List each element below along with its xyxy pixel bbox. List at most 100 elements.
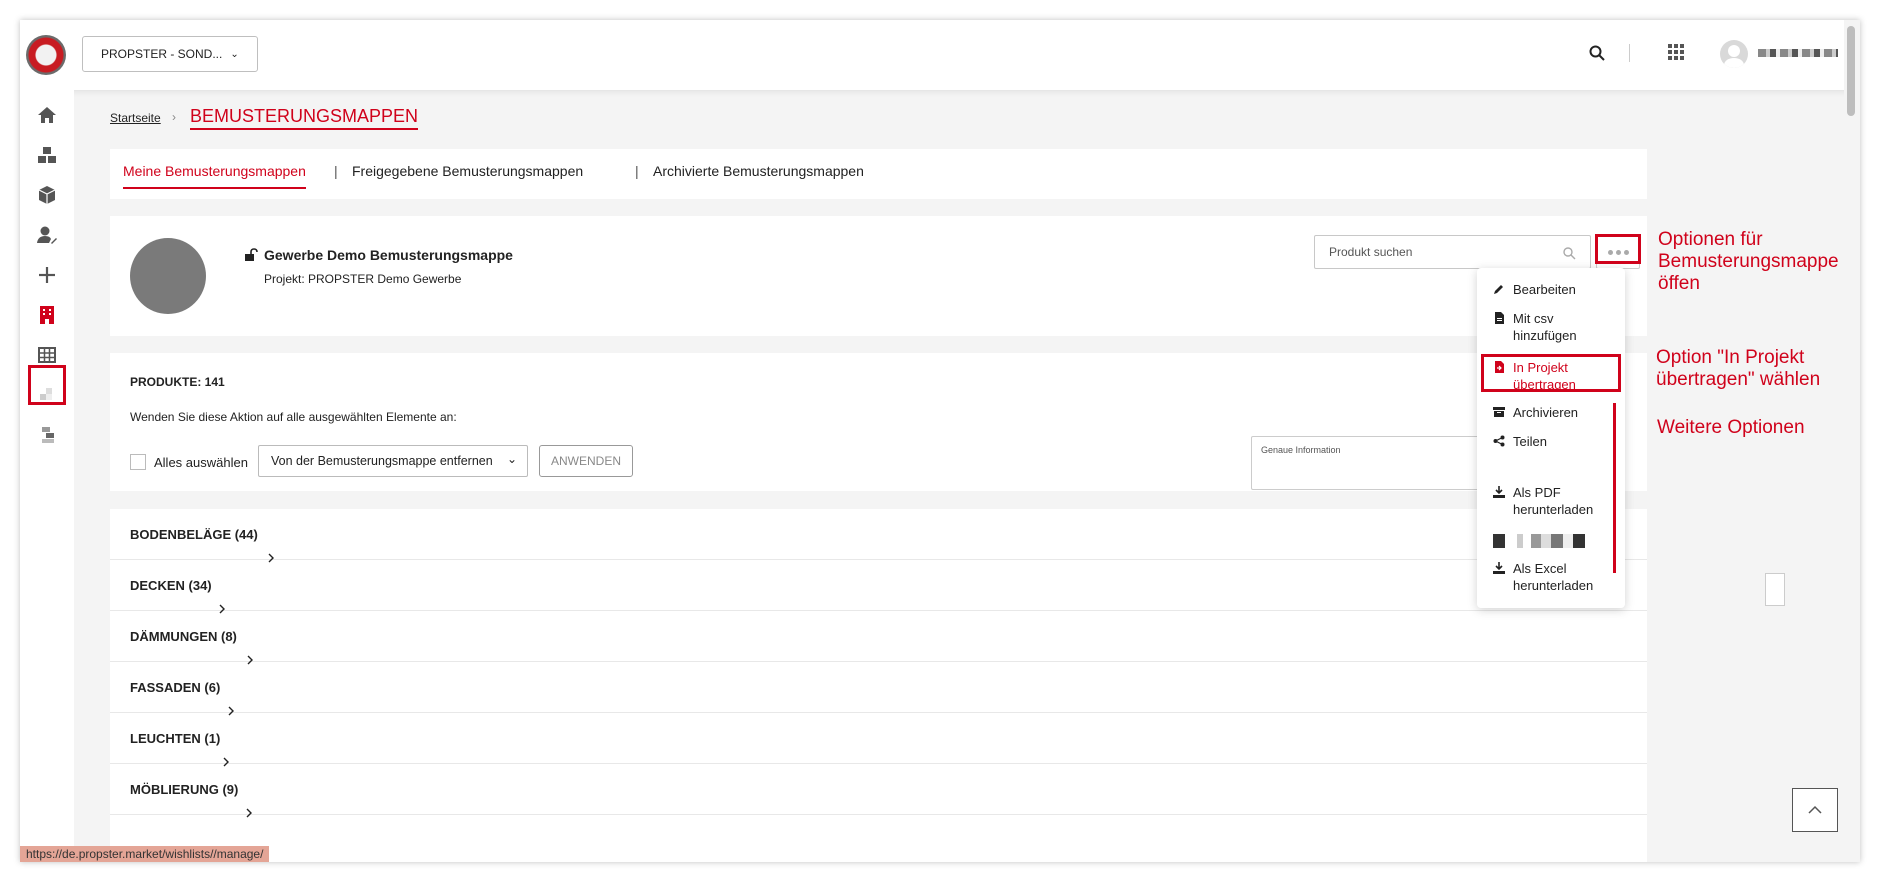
menu-item-archive[interactable]: Archivieren [1493, 404, 1578, 421]
annotation-further-options-bar [1613, 403, 1616, 573]
detail-info-field[interactable]: Genaue Information [1251, 436, 1511, 490]
options-dropdown: Bearbeiten Mit csv hinzufügen In Projekt ü… [1477, 268, 1625, 608]
status-bar-url: https://de.propster.market/wishlists//ma… [20, 846, 270, 862]
download-icon [1493, 562, 1505, 574]
breadcrumb-home[interactable]: Startseite [110, 111, 161, 125]
archive-icon [1493, 407, 1505, 417]
category-label: MÖBLIERUNG (9) [130, 782, 239, 797]
chevron-up-icon [1808, 805, 1822, 814]
chevron-right-icon [268, 553, 274, 563]
page-scrollbar[interactable] [1844, 20, 1860, 862]
building-icon[interactable] [36, 304, 58, 326]
menu-item-line: Mit csv [1513, 311, 1554, 326]
menu-item-line: herunterladen [1513, 502, 1594, 517]
tab-my-wishlists[interactable]: Meine Bemusterungsmappen [123, 163, 306, 189]
category-label: BODENBELÄGE (44) [130, 527, 258, 542]
menu-item-download-excel[interactable]: Als Excel herunterladen [1493, 560, 1593, 594]
page-title: BEMUSTERUNGSMAPPEN [190, 106, 419, 130]
chevron-right-icon [246, 808, 252, 818]
chevron-down-icon: ⌄ [230, 48, 239, 60]
wishlist-title: Gewerbe Demo Bemusterungsmappe [264, 247, 513, 263]
wishlist-image [130, 238, 206, 314]
tab-separator: | [635, 163, 639, 179]
project-select[interactable]: PROPSTER - SOND... ⌄ [82, 36, 258, 72]
products-count: PRODUKTE: 141 [130, 375, 225, 389]
category-row[interactable]: DÄMMUNGEN (8) [110, 611, 1647, 662]
annotation-line: Option "In Projekt [1656, 347, 1805, 368]
scroll-to-top-button[interactable] [1792, 788, 1838, 832]
cubes-icon[interactable] [36, 144, 58, 166]
annotation-line: Bemusterungsmappe [1658, 251, 1839, 272]
product-search-input[interactable]: Produkt suchen [1314, 235, 1591, 269]
page-scrollbar-thumb[interactable] [1847, 26, 1855, 116]
redacted-icon[interactable] [36, 384, 58, 406]
breadcrumb-chevron-icon: › [172, 110, 176, 124]
menu-item-edit[interactable]: Bearbeiten [1493, 281, 1576, 298]
menu-item-line: hinzufügen [1513, 328, 1577, 343]
category-label: DÄMMUNGEN (8) [130, 629, 237, 644]
menu-item-label: Mit csv hinzufügen [1513, 310, 1577, 344]
category-row[interactable]: BODENBELÄGE (44) [110, 509, 1647, 560]
category-label: LEUCHTEN (1) [130, 731, 221, 746]
redacted-icon[interactable] [36, 424, 58, 446]
top-bar: PROPSTER - SOND... ⌄ [20, 20, 1860, 90]
detail-info-label: Genaue Information [1261, 445, 1341, 455]
home-icon[interactable] [36, 104, 58, 126]
file-csv-icon [1495, 312, 1504, 324]
annotation-more-options: Weitere Optionen [1657, 417, 1805, 438]
category-row[interactable]: DECKEN (34) [110, 560, 1647, 611]
menu-item-label: Archivieren [1513, 405, 1579, 420]
product-search-placeholder: Produkt suchen [1329, 245, 1413, 259]
tab-archived-wishlists[interactable]: Archivierte Bemusterungsmappen [653, 163, 864, 179]
table-icon[interactable] [36, 344, 58, 366]
annotation-highlight-more-button [1595, 234, 1641, 264]
search-icon[interactable] [1588, 44, 1606, 62]
products-panel: PRODUKTE: 141 Wenden Sie diese Aktion au… [110, 353, 1647, 491]
chevron-right-icon [228, 706, 234, 716]
category-row[interactable]: FASSADEN (6) [110, 662, 1647, 713]
annotation-line: übertragen" wählen [1656, 369, 1821, 390]
menu-item-line: Als PDF [1513, 485, 1561, 500]
user-name-redacted[interactable] [1758, 49, 1838, 57]
select-all-checkbox[interactable] [130, 454, 146, 470]
category-label: DECKEN (34) [130, 578, 212, 593]
tab-shared-wishlists[interactable]: Freigegebene Bemusterungsmappen [352, 163, 583, 179]
pencil-icon [1494, 285, 1503, 294]
search-icon [1563, 247, 1576, 260]
user-edit-icon[interactable] [36, 224, 58, 246]
chevron-right-icon [247, 655, 253, 665]
wishlist-card: Gewerbe Demo Bemusterungsmappe Projekt: … [110, 216, 1647, 336]
sidebar [20, 90, 74, 862]
share-icon [1493, 435, 1505, 447]
annotation-highlight-transfer-option [1481, 354, 1621, 392]
annotation-line: Optionen für [1658, 229, 1763, 250]
propster-logo[interactable] [26, 35, 66, 75]
menu-item-share[interactable]: Teilen [1493, 433, 1547, 450]
category-row[interactable]: LEUCHTEN (1) [110, 713, 1647, 764]
bulk-action-hint: Wenden Sie diese Aktion auf alle ausgewä… [130, 410, 457, 424]
menu-item-line: Als Excel [1513, 561, 1567, 576]
category-row[interactable]: MÖBLIERUNG (9) [110, 764, 1647, 815]
menu-item-download-pdf[interactable]: Als PDF herunterladen [1493, 484, 1593, 518]
menu-item-label: Bearbeiten [1513, 282, 1576, 297]
bulk-action-value: Von der Bemusterungsmappe entfernen [271, 454, 493, 468]
box-icon[interactable] [36, 184, 58, 206]
select-all-label[interactable]: Alles auswählen [154, 455, 248, 470]
annotation-choose-option: Option "In Projekt übertragen" wählen [1656, 347, 1820, 391]
category-label: FASSADEN (6) [130, 680, 221, 695]
user-avatar[interactable] [1720, 40, 1748, 68]
bulk-action-select[interactable]: Von der Bemusterungsmappe entfernen ⌄ [258, 445, 528, 477]
empty-placeholder [1765, 573, 1785, 606]
annotation-open-options: Optionen für Bemusterungsmappe öffen [1658, 229, 1839, 295]
divider [1629, 44, 1630, 62]
plus-icon[interactable] [36, 264, 58, 286]
menu-item-label: Als PDF herunterladen [1513, 484, 1593, 518]
tab-separator: | [334, 163, 338, 179]
apply-button[interactable]: ANWENDEN [539, 445, 633, 477]
tab-bar: Meine Bemusterungsmappen | Freigegebene … [110, 149, 1647, 199]
chevron-right-icon [219, 604, 225, 614]
menu-item-add-csv[interactable]: Mit csv hinzufügen [1493, 310, 1577, 344]
app-window: PROPSTER - SOND... ⌄ Startseite › BEMUST… [20, 20, 1860, 862]
menu-item-redacted[interactable] [1493, 534, 1593, 548]
apps-grid-icon[interactable] [1668, 44, 1684, 60]
